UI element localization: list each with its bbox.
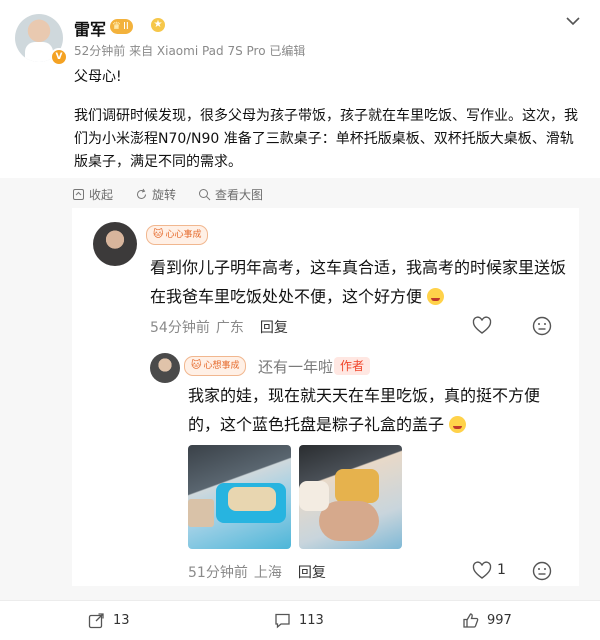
reply-text: 我家的娃，现在就天天在车里吃饭，真的挺不方便的，这个蓝色托盘是粽子礼盒的盖子 [188,386,541,434]
cat-icon: 🐱 [153,229,164,240]
emoji-reaction-icon[interactable] [532,316,552,336]
like-thumb-icon [463,613,479,628]
reply-avatar[interactable] [150,353,180,383]
author-tag: 作者 [334,357,371,375]
commenter-avatar[interactable] [93,222,137,266]
post-text-paragraph: 我们调研时候发现，很多父母为孩子带饭，孩子就在车里吃饭、写作业。这次，我们为小米… [74,108,578,170]
crying-emoji-icon [427,288,445,305]
rotate-button[interactable]: 旋转 [135,186,176,203]
collapse-button[interactable]: 收起 [72,186,113,203]
reply-image-2[interactable] [299,445,402,549]
crying-emoji-icon [449,416,467,433]
fan-tag: 🐱 心心事成 [146,225,209,245]
view-large-button[interactable]: 查看大图 [198,186,263,203]
reply-image-1[interactable] [188,445,291,549]
collapse-icon [73,189,84,200]
reply-meta: 51分钟前 上海 回复 [188,562,326,582]
heart-icon[interactable] [472,561,492,581]
author-name[interactable]: 雷军 [74,16,106,40]
share-button[interactable]: 13 [88,612,130,629]
verified-badge: V [50,48,68,66]
view-large-icon [199,189,211,201]
reply-author-name[interactable]: 还有一年啦 [258,356,333,377]
post-meta: 52分钟前 来自 Xiaomi Pad 7S Pro 已编辑 [74,44,306,58]
share-icon [88,613,104,629]
comment-meta: 54分钟前 广东 回复 [150,317,288,337]
post-body: 父母心! 我们调研时候发现，很多父母为孩子带饭，孩子就在车里吃饭、写作业。这次，… [74,66,584,190]
like-button[interactable]: 997 [462,612,512,629]
chevron-down-icon[interactable] [565,15,581,27]
emoji-reaction-icon[interactable] [532,561,552,581]
level-badge: ♛ II [110,19,133,34]
cat-icon: 🐱 [191,360,202,371]
fan-badge-icon: ★ [151,18,165,32]
comment-reply-button[interactable]: 回复 [260,317,288,337]
crown-icon: ♛ [112,21,121,32]
rotate-icon [137,188,147,199]
comment-button[interactable]: 113 [274,612,324,629]
comment-text: 看到你儿子明年高考，这车真合适，我高考的时候家里送饭在我爸车里吃饭处处不便，这个… [150,258,567,306]
comment-icon [275,613,290,629]
reply-reply-button[interactable]: 回复 [298,562,326,582]
reply-fan-tag: 🐱 心想事成 [184,356,247,376]
image-action-row: 收起 旋转 查看大图 [72,186,263,203]
reply-like-count: 1 [497,562,506,578]
heart-icon[interactable] [472,316,492,336]
post-text-line1: 父母心! [74,69,122,85]
